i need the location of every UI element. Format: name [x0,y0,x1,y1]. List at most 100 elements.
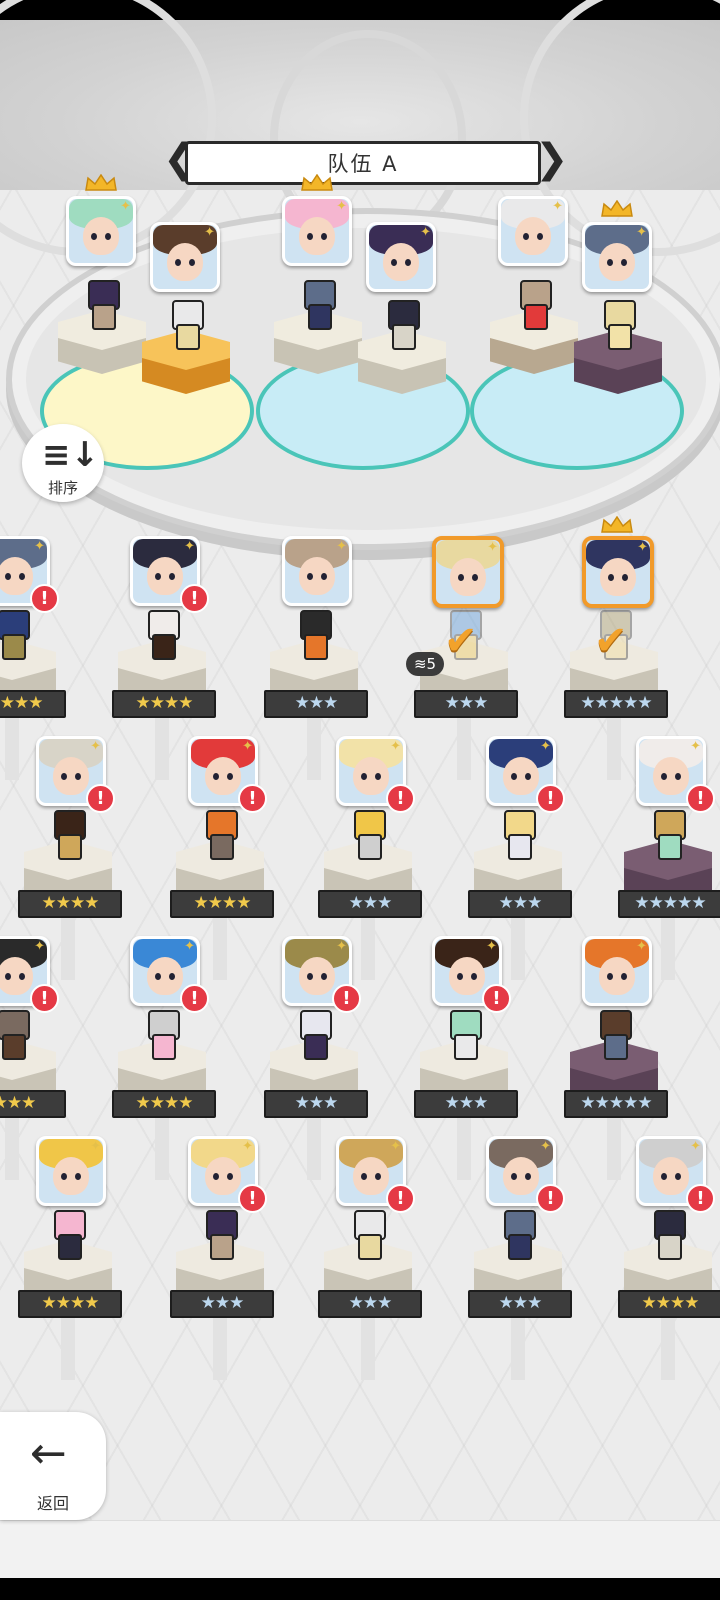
character-portrait[interactable]: ✦ [66,196,136,266]
sort-button[interactable]: ≡↓ 排序 [22,424,104,502]
portrait-eye [607,259,613,266]
roster-pedestal[interactable]: ★★★ [0,1010,66,1118]
portrait-eye [457,973,463,980]
roster-pedestal[interactable]: ★★★ [414,1010,518,1118]
game-screen: ❮ 队伍 A ❯ ✦ ✦ ✦ ✦ ✦ ✦ ≡↓ 排序 ★★★★ ✦! ★★★★ ✦! ★★★ ✦ ✔ ★… [0,0,720,1600]
pedestal-pole [457,710,471,780]
roster-pedestal[interactable]: ★★★ [264,610,368,718]
alert-badge-icon: ! [686,1184,715,1213]
pedestal-pole [361,1310,375,1380]
star-rating: ★★★ [170,1290,274,1318]
sparkle-icon: ✦ [204,225,215,240]
alert-badge-icon: ! [482,984,511,1013]
roster-pedestal[interactable]: ★★★★ [618,1210,720,1318]
roster-pedestal[interactable]: ✔ ★★★★★ [564,610,668,718]
portrait-eye [5,973,11,980]
character-portrait[interactable]: ✦ [582,536,654,608]
character-portrait[interactable]: ✦ [282,196,352,266]
roster-pedestal[interactable]: ★★★ [170,1210,274,1318]
sparkle-icon: ✦ [184,939,195,954]
portrait-eye [608,574,614,581]
prev-team-button[interactable]: ❮ [163,139,197,183]
portrait-eye [19,973,25,980]
portrait-eye [155,973,161,980]
character-sprite [142,610,182,660]
portrait-eye [458,574,464,581]
roster-pedestal[interactable]: ★★★★ [0,610,66,718]
portrait-face [503,757,539,795]
portrait-face [205,757,241,795]
team-slot-pedestal[interactable] [136,300,236,400]
team-slot-pedestal[interactable] [352,300,452,400]
character-sprite [166,300,206,350]
portrait-face [53,757,89,795]
star-rating: ★★★ [468,1290,572,1318]
roster-pedestal[interactable]: ★★★ [318,810,422,918]
pedestal-pole [607,710,621,780]
leader-crown-icon [601,200,633,217]
star-rating: ★★★★ [0,690,66,718]
alert-badge-icon: ! [238,1184,267,1213]
roster-pedestal[interactable]: ★★★ [264,1010,368,1118]
roster-pedestal[interactable]: ★★★★ [18,810,122,918]
portrait-eye [621,259,627,266]
character-portrait[interactable]: ✦ [282,536,352,606]
character-portrait[interactable]: ✦ [366,222,436,292]
sprite-body [58,834,82,860]
character-sprite [0,610,32,660]
sparkle-icon: ✦ [540,1139,551,1154]
sprite-body [210,834,234,860]
portrait-face [147,957,183,995]
portrait-eye [391,259,397,266]
roster-pedestal[interactable]: ★★★★ [170,810,274,918]
character-sprite [82,280,122,330]
pedestal-pole [155,710,169,780]
roster-pedestal[interactable]: ★★★ [468,1210,572,1318]
sort-descending-icon: ≡↓ [42,435,99,475]
roster-pedestal[interactable]: ★★★★ [18,1210,122,1318]
character-sprite [294,610,334,660]
portrait-face [147,557,183,595]
portrait-eye [511,773,517,780]
portrait-eye [675,1173,681,1180]
roster-pedestal[interactable]: ★★★★★ [564,1010,668,1118]
roster-pedestal[interactable]: ★★★★ [112,610,216,718]
chevron-right-icon: ❯ [535,136,569,182]
character-portrait[interactable]: ✦ [36,1136,106,1206]
portrait-eye [5,573,11,580]
portrait-eye [472,574,478,581]
portrait-eye [61,1173,67,1180]
roster-pedestal[interactable]: ★★★★ [112,1010,216,1118]
star-rating: ★★★★★ [564,690,668,718]
roster-pedestal[interactable]: ★★★ [318,1210,422,1318]
alert-badge-icon: ! [180,584,209,613]
roster-pedestal[interactable]: ★★★ [468,810,572,918]
character-sprite [348,810,388,860]
team-slot-pedestal[interactable] [568,300,668,400]
character-portrait[interactable]: ✦ [432,536,504,608]
sparkle-icon: ✦ [242,739,253,754]
sparkle-icon: ✦ [34,539,45,554]
character-portrait[interactable]: ✦ [582,936,652,1006]
character-sprite [142,1010,182,1060]
next-team-button[interactable]: ❯ [535,139,569,183]
portrait-eye [375,773,381,780]
character-portrait[interactable]: ✦ [150,222,220,292]
portrait-eye [169,573,175,580]
pedestal-pole [307,710,321,780]
portrait-eye [622,574,628,581]
portrait-eye [525,773,531,780]
portrait-eye [61,773,67,780]
portrait-eye [213,1173,219,1180]
character-portrait[interactable]: ✦ [582,222,652,292]
portrait-face [503,1157,539,1195]
alert-badge-icon: ! [30,584,59,613]
portrait-eye [361,773,367,780]
stack-count-badge: ≋5 [406,652,444,676]
pedestal-pole [457,1110,471,1180]
back-button[interactable]: ← 返回 [0,1412,106,1520]
character-portrait[interactable]: ✦ [498,196,568,266]
sparkle-icon: ✦ [690,1139,701,1154]
roster-pedestal[interactable]: ★★★★★ [618,810,720,918]
alert-badge-icon: ! [180,984,209,1013]
